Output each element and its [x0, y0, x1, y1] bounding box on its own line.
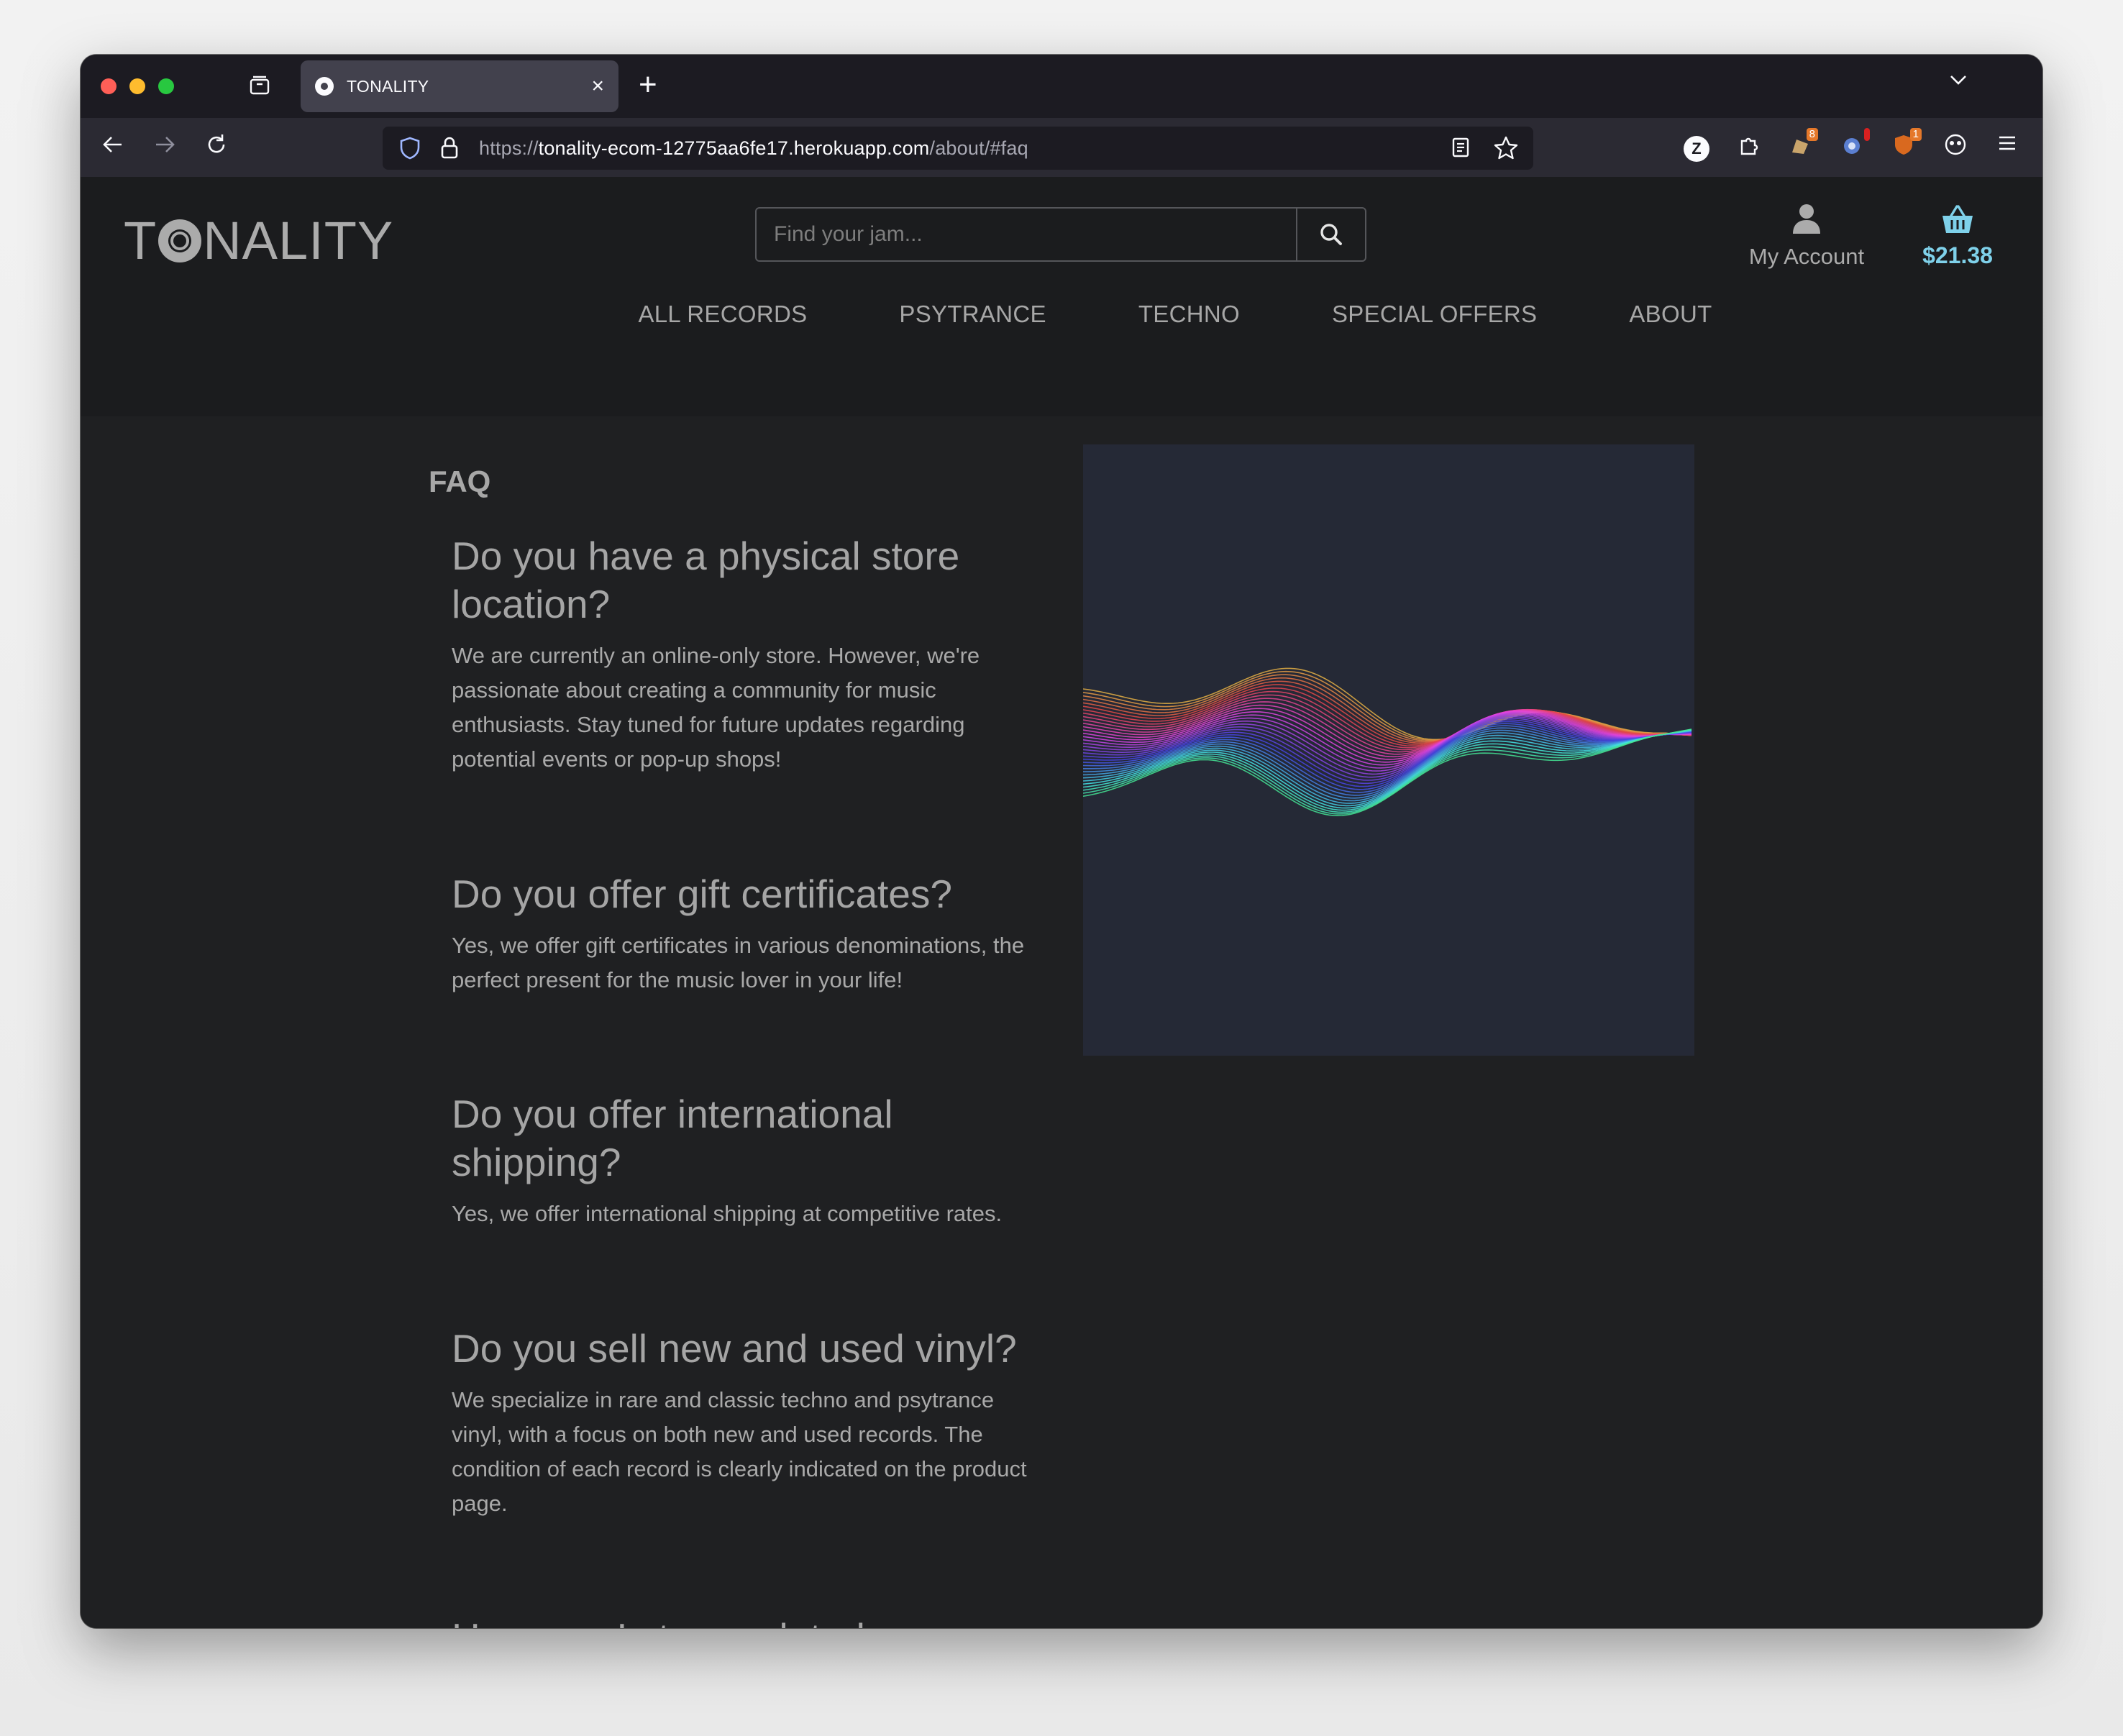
faq-question: Do you have a physical store location?: [452, 534, 960, 626]
faq-item: Do you offer international shipping? Yes…: [452, 1090, 1041, 1325]
main-navigation: ALL RECORDS PSYTRANCE TECHNO SPECIAL OFF…: [81, 301, 2042, 328]
faq-question: How can I stay updated on your latest ar…: [452, 1614, 1041, 1628]
extension-badge-red: ​: [1864, 128, 1870, 141]
chevron-down-icon[interactable]: [1948, 69, 1969, 97]
search-input[interactable]: [757, 209, 1296, 260]
faq-answer: Yes, we offer gift certificates in vario…: [452, 933, 1025, 992]
window-controls: [101, 78, 174, 94]
extension-badge: 8: [1806, 128, 1818, 141]
navigation-toolbar: https://tonality-ecom-12775aa6fe17.herok…: [81, 118, 2042, 177]
sound-wave-image: [1082, 444, 1694, 1056]
lock-icon[interactable]: [439, 136, 463, 160]
forward-arrow-icon[interactable]: [150, 132, 180, 163]
faq-item: Do you sell new and used vinyl? We speci…: [452, 1325, 1041, 1614]
search-button[interactable]: [1296, 209, 1365, 260]
extensions-toolbar: Z 8 ​ 1: [1681, 128, 2022, 163]
url-scheme: https://: [479, 137, 539, 159]
shopping-cart-link[interactable]: $21.38: [1907, 204, 2008, 269]
shield-extension-icon[interactable]: 1: [1889, 128, 1922, 163]
shopping-extension-icon[interactable]: 8: [1785, 128, 1818, 163]
faq-list: Do you have a physical store location? W…: [452, 532, 1041, 1628]
faq-item: Do you offer gift certificates? Yes, we …: [452, 870, 1041, 1090]
url-actions: [1450, 135, 1519, 167]
close-tab-icon[interactable]: ×: [591, 76, 604, 97]
faq-question: Do you offer international shipping?: [452, 1092, 893, 1184]
logo-text-end: NALITY: [203, 211, 394, 270]
extension-badge: 1: [1909, 128, 1922, 141]
back-arrow-icon[interactable]: [98, 132, 128, 163]
menu-hamburger-icon[interactable]: [1992, 132, 2022, 163]
faq-item: Do you have a physical store location? W…: [452, 532, 1041, 870]
maximize-window-button[interactable]: [158, 78, 174, 94]
vinyl-record-icon: [158, 219, 202, 262]
user-icon: [1793, 204, 1820, 234]
reload-icon[interactable]: [201, 132, 232, 163]
faq-question: Do you sell new and used vinyl?: [452, 1326, 1017, 1371]
bookmark-star-icon[interactable]: [1493, 135, 1519, 167]
faq-answer: We specialize in rare and classic techno…: [452, 1387, 1027, 1516]
nav-about[interactable]: ABOUT: [1629, 301, 1712, 328]
faq-heading: FAQ: [429, 465, 491, 498]
vinyl-favicon-icon: [315, 77, 334, 96]
active-tab[interactable]: TONALITY ×: [301, 60, 618, 112]
reader-view-icon[interactable]: [1450, 135, 1471, 167]
nav-all-records[interactable]: ALL RECORDS: [638, 301, 807, 328]
url-host: tonality-ecom-12775aa6fe17.herokuapp.com: [538, 137, 930, 159]
my-account-link[interactable]: My Account: [1735, 203, 1878, 270]
shopping-basket-icon: [1942, 205, 1973, 233]
extensions-puzzle-icon[interactable]: [1733, 132, 1763, 163]
url-text[interactable]: https://tonality-ecom-12775aa6fe17.herok…: [479, 137, 1028, 160]
nav-techno[interactable]: TECHNO: [1138, 301, 1240, 328]
globe-extension-icon[interactable]: ​: [1837, 128, 1870, 163]
faq-item: How can I stay updated on your latest ar…: [452, 1614, 1041, 1628]
cart-total: $21.38: [1922, 242, 1993, 268]
sound-wave-graphic: [1082, 667, 1692, 817]
logo-text-start: T: [124, 211, 157, 270]
search-form: [755, 207, 1366, 262]
browser-window: TONALITY × + https://tonality-ecom-12775…: [81, 55, 2042, 1628]
site-logo[interactable]: T NALITY: [124, 210, 393, 271]
page-content: T NALITY My Account $21.38 ALL RECORDS: [81, 177, 2042, 1628]
search-icon: [1320, 224, 1342, 245]
minimize-window-button[interactable]: [129, 78, 145, 94]
url-path: /about/#faq: [929, 137, 1028, 159]
my-account-label: My Account: [1748, 244, 1865, 269]
tracking-shield-icon[interactable]: [398, 136, 423, 160]
tab-list-icon[interactable]: [249, 75, 270, 96]
nav-special-offers[interactable]: SPECIAL OFFERS: [1332, 301, 1537, 328]
tab-bar: TONALITY × +: [81, 55, 2042, 118]
new-tab-icon[interactable]: +: [639, 69, 657, 101]
zotero-extension-icon[interactable]: Z: [1681, 132, 1712, 163]
nav-psytrance[interactable]: PSYTRANCE: [899, 301, 1046, 328]
privacy-extension-icon[interactable]: [1940, 132, 1971, 163]
faq-answer: We are currently an online-only store. H…: [452, 643, 980, 772]
tab-title: TONALITY: [347, 76, 429, 96]
faq-answer: Yes, we offer international shipping at …: [452, 1201, 1003, 1226]
close-window-button[interactable]: [101, 78, 117, 94]
address-bar[interactable]: https://tonality-ecom-12775aa6fe17.herok…: [383, 127, 1533, 170]
faq-question: Do you offer gift certificates?: [452, 872, 952, 916]
site-header: T NALITY My Account $21.38 ALL RECORDS: [81, 177, 2042, 416]
